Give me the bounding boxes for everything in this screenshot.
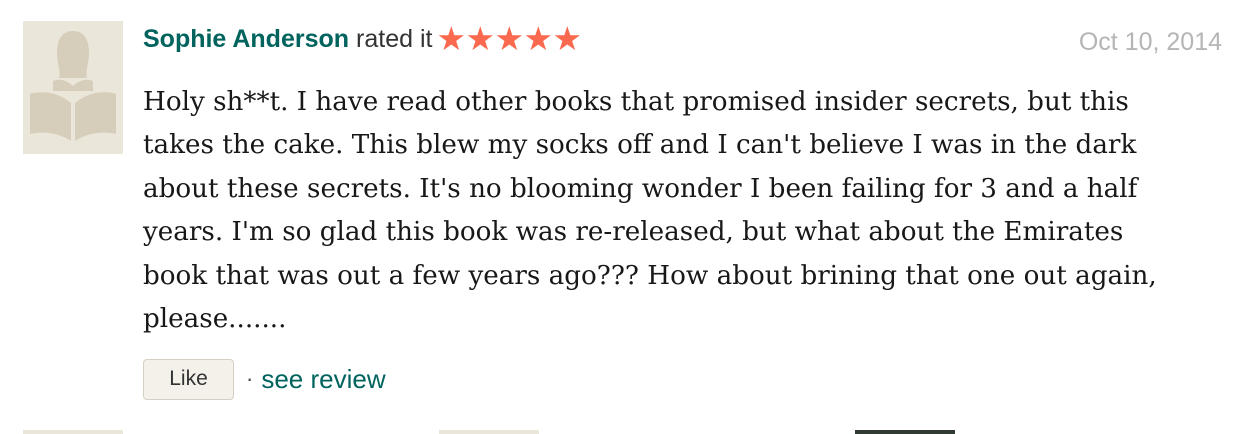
star-icon[interactable]: ★ <box>552 22 582 55</box>
star-icon[interactable]: ★ <box>465 22 495 55</box>
review-text-line: years. I'm so glad this book was re-rele… <box>143 217 1124 248</box>
next-review-avatar-edge <box>439 430 539 434</box>
star-icon[interactable]: ★ <box>436 22 466 55</box>
review-text-line: takes the cake. This blew my socks off a… <box>143 130 1137 161</box>
review-date-link[interactable]: Oct 10, 2014 <box>1079 28 1222 57</box>
next-review-avatar-edge <box>23 430 123 434</box>
review-text-line: about these secrets. It's no blooming wo… <box>143 173 1138 204</box>
like-button[interactable]: Like <box>143 358 234 400</box>
see-review-link[interactable]: see review <box>261 364 385 395</box>
review-actions: Like · see review <box>143 358 386 400</box>
review-text-line: book that was out a few years ago??? How… <box>143 260 1157 291</box>
separator-dot: · <box>246 366 254 391</box>
review-body: Holy sh**t. I have read other books that… <box>143 81 1223 341</box>
rated-it-text: rated it <box>356 24 433 53</box>
review-header: Sophie Anderson rated it ★ ★ ★ ★ ★ <box>143 22 582 56</box>
review-text-line: Holy sh**t. I have read other books that… <box>143 87 1129 117</box>
user-avatar[interactable] <box>23 21 123 154</box>
next-review-avatar-edge <box>855 430 955 434</box>
star-icon[interactable]: ★ <box>494 22 524 55</box>
default-reader-avatar-icon <box>23 21 123 154</box>
star-icon[interactable]: ★ <box>523 22 553 55</box>
reviewer-name-link[interactable]: Sophie Anderson <box>143 25 349 54</box>
review-text-line: please....... <box>143 304 287 335</box>
star-rating: ★ ★ ★ ★ ★ <box>436 22 582 55</box>
